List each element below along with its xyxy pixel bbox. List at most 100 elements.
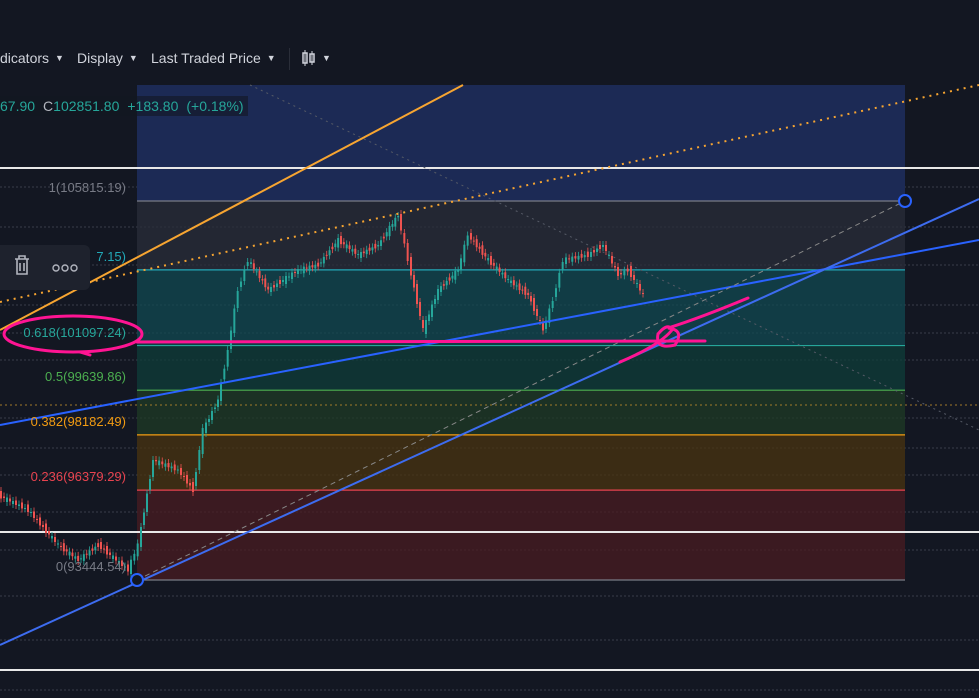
caret-down-icon: ▼: [128, 53, 138, 63]
candle: [152, 460, 154, 478]
candle: [365, 249, 368, 255]
candle: [0, 490, 2, 499]
candle: [294, 272, 296, 274]
candle: [183, 476, 185, 478]
candle: [109, 552, 111, 555]
candle: [230, 330, 232, 349]
candle: [146, 493, 148, 513]
candle: [551, 300, 554, 308]
candle: [186, 475, 188, 484]
candle: [617, 266, 619, 276]
candle: [642, 293, 644, 295]
candle: [65, 549, 68, 552]
candle: [127, 564, 129, 572]
fib-level-label: 0.236(96379.29): [30, 469, 126, 485]
fib-zone: [137, 345, 905, 391]
candle: [620, 272, 622, 275]
candle: [300, 269, 302, 271]
fib-level-label: 7.15): [96, 248, 126, 264]
candle: [626, 268, 629, 272]
candle: [302, 266, 305, 274]
candle: [214, 407, 216, 410]
candle: [311, 265, 314, 268]
candle: [314, 264, 317, 269]
candle: [419, 301, 421, 316]
candle: [48, 530, 50, 535]
candle: [226, 349, 229, 367]
candle: [611, 255, 613, 264]
candle: [276, 283, 278, 288]
candle: [282, 280, 284, 283]
price-chart[interactable]: [0, 84, 979, 698]
candle: [406, 243, 409, 262]
candle: [348, 245, 351, 250]
candle: [164, 463, 167, 467]
candle: [85, 553, 88, 555]
candle: [521, 289, 524, 291]
candle: [322, 256, 325, 264]
candle: [208, 419, 210, 423]
candle: [217, 399, 219, 407]
candle: [167, 463, 170, 468]
candle: [368, 247, 371, 251]
candle: [94, 546, 97, 551]
fib-zone: [137, 390, 905, 435]
candle: [91, 548, 94, 551]
candle: [357, 253, 360, 255]
anchor-handle[interactable]: [130, 573, 144, 587]
candle: [501, 272, 504, 275]
candle: [380, 240, 382, 247]
candle: [490, 256, 492, 265]
candle: [577, 255, 580, 260]
drawing-floating-toolbar: [0, 245, 90, 290]
price-source-menu[interactable]: Last Traded Price ▼: [151, 50, 276, 66]
candle: [173, 464, 176, 471]
candle: [18, 504, 20, 506]
candle: [565, 257, 567, 265]
candle: [596, 248, 598, 252]
candle: [337, 238, 340, 248]
candle: [33, 511, 35, 518]
candle: [205, 422, 207, 434]
candle: [428, 314, 430, 321]
trash-icon[interactable]: [12, 254, 32, 281]
candle: [195, 472, 197, 487]
candle: [297, 269, 299, 275]
candle: [97, 543, 100, 547]
candle: [397, 216, 400, 218]
candle: [170, 466, 173, 469]
candle: [270, 287, 272, 293]
candle: [308, 265, 311, 271]
candle: [466, 235, 469, 246]
more-icon[interactable]: [52, 259, 78, 277]
candle: [192, 482, 194, 493]
candle: [264, 278, 267, 288]
candle: [571, 256, 574, 262]
candle: [442, 284, 445, 286]
candle: [602, 245, 604, 247]
candle: [273, 285, 275, 288]
anchor-handle[interactable]: [898, 194, 912, 208]
chart-type-menu[interactable]: ▼: [302, 50, 331, 66]
candle: [161, 461, 164, 465]
candle: [377, 245, 380, 247]
display-menu[interactable]: Display ▼: [77, 50, 138, 66]
candle: [593, 249, 595, 253]
candle: [258, 270, 261, 279]
candle: [140, 527, 142, 547]
candle: [481, 245, 484, 255]
candle: [434, 299, 436, 304]
candle: [15, 500, 17, 505]
indicators-menu[interactable]: dicators ▼: [0, 50, 64, 66]
candle: [561, 262, 564, 270]
candle: [590, 251, 592, 257]
candles-icon: [302, 50, 315, 66]
fib-level-label: 1(105815.19): [48, 180, 126, 195]
candle: [223, 368, 226, 380]
candle: [243, 269, 246, 282]
candle: [24, 507, 26, 509]
candle: [568, 258, 571, 260]
candle: [51, 535, 53, 539]
candle: [45, 523, 47, 533]
candle: [136, 543, 139, 557]
